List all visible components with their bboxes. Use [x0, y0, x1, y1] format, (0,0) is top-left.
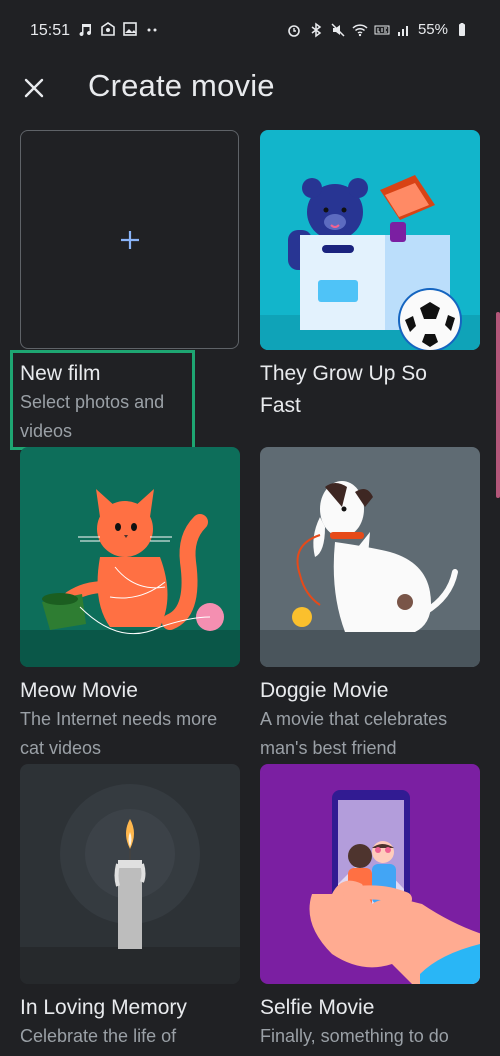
scroll-indicator[interactable] [496, 312, 500, 498]
wifi-icon [352, 22, 368, 38]
more-dots-icon [144, 21, 160, 37]
they-grow-up-thumbnail[interactable] [260, 130, 480, 350]
page-title: Create movie [88, 68, 275, 103]
new-film-card[interactable] [20, 130, 239, 349]
in-loving-memory-thumbnail[interactable] [20, 764, 240, 984]
alarm-icon [286, 22, 302, 38]
image-icon [122, 21, 138, 37]
they-grow-up-title-line1[interactable]: They Grow Up So [260, 358, 427, 390]
status-time: 15:51 [30, 22, 71, 39]
music-icon [78, 21, 94, 37]
selfie-movie-title[interactable]: Selfie Movie [260, 992, 374, 1024]
in-loving-memory-subtitle-line1: Celebrate the life of [20, 1026, 177, 1046]
in-loving-memory-title[interactable]: In Loving Memory [20, 992, 187, 1024]
mute-icon [330, 22, 346, 38]
meow-movie-subtitle-line2: cat videos [20, 738, 102, 758]
mail-icon [100, 21, 116, 37]
signal-icon [396, 22, 412, 38]
they-grow-up-title-line2[interactable]: Fast [260, 390, 301, 422]
battery-percent: 55% [417, 21, 448, 38]
new-film-subtitle-line2: videos [20, 421, 73, 441]
app-bar: Create movie [0, 62, 500, 114]
doggie-movie-title[interactable]: Doggie Movie [260, 675, 388, 707]
meow-movie-title[interactable]: Meow Movie [20, 675, 138, 707]
doggie-movie-subtitle-line2: man's best friend [260, 738, 397, 758]
selfie-movie-thumbnail[interactable] [260, 764, 480, 984]
new-film-subtitle-line1: Select photos and [20, 392, 165, 412]
battery-icon [454, 22, 470, 38]
plus-icon [119, 229, 141, 251]
lte-icon [374, 22, 390, 38]
selfie-movie-subtitle-line1: Finally, something to do [260, 1026, 449, 1046]
close-icon[interactable] [20, 74, 48, 102]
doggie-movie-subtitle-line1: A movie that celebrates [260, 709, 448, 729]
meow-movie-subtitle-line1: The Internet needs more [20, 709, 218, 729]
doggie-movie-thumbnail[interactable] [260, 447, 480, 667]
status-bar: 15:51 55% [0, 0, 500, 62]
bluetooth-icon [308, 22, 324, 38]
new-film-title[interactable]: New film [20, 358, 101, 390]
meow-movie-thumbnail[interactable] [20, 447, 240, 667]
